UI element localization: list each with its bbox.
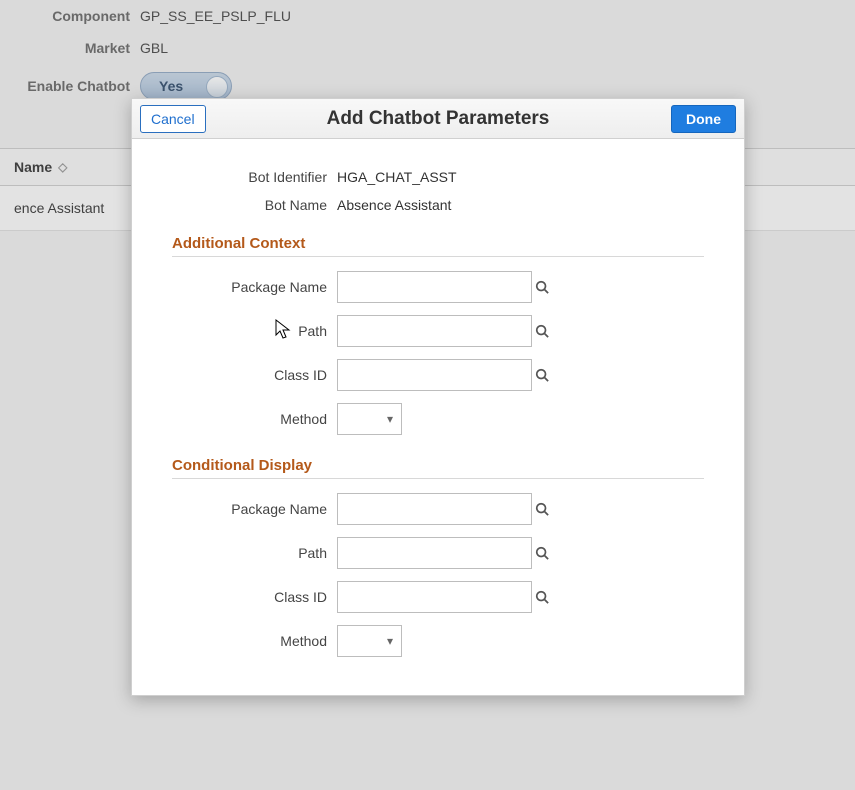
cd-package-name-lookup-button[interactable] [535,494,549,524]
cd-package-name-input[interactable] [338,494,535,524]
ac-class-id-input[interactable] [338,360,535,390]
cancel-button[interactable]: Cancel [140,105,206,133]
chevron-down-icon: ▾ [387,634,393,648]
cd-method-select[interactable]: ▾ [337,625,402,657]
input-group-ac-path [337,315,532,347]
label-ac-package-name: Package Name [172,279,337,295]
input-group-cd-package-name [337,493,532,525]
chevron-down-icon: ▾ [387,412,393,426]
label-ac-class-id: Class ID [172,367,337,383]
search-icon [535,368,549,382]
modal-header: Cancel Add Chatbot Parameters Done [132,99,744,139]
input-group-cd-class-id [337,581,532,613]
ac-path-input[interactable] [338,316,535,346]
search-icon [535,590,549,604]
search-icon [535,502,549,516]
section-divider [172,256,704,257]
ac-package-name-input[interactable] [338,272,535,302]
done-button[interactable]: Done [671,105,736,133]
input-group-ac-package-name [337,271,532,303]
section-title-conditional-display: Conditional Display [172,457,704,474]
label-cd-package-name: Package Name [172,501,337,517]
ac-class-id-lookup-button[interactable] [535,360,549,390]
modal-body: Bot Identifier HGA_CHAT_ASST Bot Name Ab… [132,139,744,695]
value-bot-identifier: HGA_CHAT_ASST [337,169,704,185]
search-icon [535,324,549,338]
input-group-cd-path [337,537,532,569]
ac-path-lookup-button[interactable] [535,316,549,346]
ac-package-name-lookup-button[interactable] [535,272,549,302]
label-ac-method: Method [172,411,337,427]
label-bot-identifier: Bot Identifier [172,169,337,185]
modal-add-chatbot-parameters: Cancel Add Chatbot Parameters Done Bot I… [131,98,745,696]
cd-path-input[interactable] [338,538,535,568]
cd-path-lookup-button[interactable] [535,538,549,568]
search-icon [535,546,549,560]
input-group-ac-class-id [337,359,532,391]
label-bot-name: Bot Name [172,197,337,213]
value-bot-name: Absence Assistant [337,197,704,213]
section-divider [172,478,704,479]
modal-title: Add Chatbot Parameters [327,108,550,130]
label-cd-method: Method [172,633,337,649]
ac-method-select[interactable]: ▾ [337,403,402,435]
label-cd-path: Path [172,545,337,561]
section-title-additional-context: Additional Context [172,235,704,252]
cd-class-id-lookup-button[interactable] [535,582,549,612]
label-cd-class-id: Class ID [172,589,337,605]
cd-class-id-input[interactable] [338,582,535,612]
search-icon [535,280,549,294]
label-ac-path: Path [172,323,337,339]
